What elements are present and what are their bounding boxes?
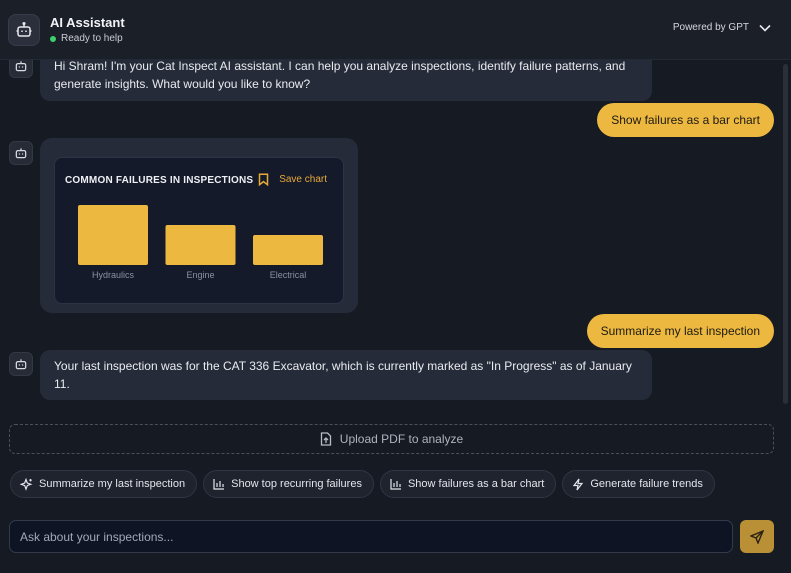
chevron-down-icon[interactable] <box>759 24 771 32</box>
user-message-summary-request: Summarize my last inspection <box>586 314 774 348</box>
bar-chart-card: COMMON FAILURES IN INSPECTIONS Save char… <box>54 157 344 304</box>
assistant-chart-message: COMMON FAILURES IN INSPECTIONS Save char… <box>40 138 358 313</box>
bar-hydraulics <box>78 205 148 265</box>
suggestion-chips: Summarize my last inspection Show top re… <box>10 470 721 498</box>
message-avatar <box>9 60 33 78</box>
chat-header: AI Assistant Ready to help Powered by GP… <box>0 0 791 60</box>
bar-engine <box>165 225 236 265</box>
message-avatar <box>9 352 33 376</box>
chip-label: Generate failure trends <box>590 478 703 490</box>
suggestion-summarize[interactable]: Summarize my last inspection <box>10 470 198 498</box>
send-icon <box>750 529 764 544</box>
file-upload-icon <box>320 432 331 446</box>
robot-icon <box>15 359 27 370</box>
chip-label: Show top recurring failures <box>231 478 362 490</box>
bar-label-hydraulics: Hydraulics <box>92 270 135 280</box>
status-text: Ready to help <box>61 33 123 44</box>
powered-by-label: Powered by GPT <box>672 22 749 33</box>
sparkle-icon <box>20 477 33 491</box>
assistant-message-summary: Your last inspection was for the CAT 336… <box>40 350 652 400</box>
assistant-message-intro: Hi Shram! I'm your Cat Inspect AI assist… <box>40 60 652 101</box>
lightning-icon <box>573 478 584 490</box>
model-selector[interactable]: Powered by GPT <box>673 22 771 33</box>
robot-icon <box>15 148 27 159</box>
online-status-dot <box>50 35 56 42</box>
chat-scrollbar[interactable] <box>783 64 788 404</box>
send-button[interactable] <box>740 520 774 553</box>
upload-pdf-button[interactable]: Upload PDF to analyze <box>9 424 774 454</box>
bar-chart: Hydraulics Engine Electrical <box>78 205 323 280</box>
bar-electrical <box>253 235 323 265</box>
chip-label: Summarize my last inspection <box>39 478 186 490</box>
assistant-title: AI Assistant <box>50 15 125 30</box>
robot-icon <box>15 61 27 72</box>
suggestion-bar-chart[interactable]: Show failures as a bar chart <box>379 470 557 498</box>
bar-label-electrical: Electrical <box>270 270 307 280</box>
message-avatar <box>9 141 33 165</box>
bar-chart-icon <box>390 479 401 490</box>
upload-label: Upload PDF to analyze <box>339 432 464 446</box>
bar-label-engine: Engine <box>186 270 214 280</box>
user-message-chart-request: Show failures as a bar chart <box>597 103 774 137</box>
suggestion-top-failures[interactable]: Show top recurring failures <box>203 470 374 498</box>
chat-input[interactable] <box>9 520 733 553</box>
chip-label: Show failures as a bar chart <box>407 478 545 490</box>
bar-chart-icon <box>213 479 225 490</box>
robot-icon <box>16 21 32 37</box>
chat-history[interactable]: Hi Shram! I'm your Cat Inspect AI assist… <box>0 60 791 416</box>
assistant-avatar <box>8 13 40 46</box>
assistant-status: Ready to help <box>50 33 125 44</box>
suggestion-failure-trends[interactable]: Generate failure trends <box>562 470 715 498</box>
